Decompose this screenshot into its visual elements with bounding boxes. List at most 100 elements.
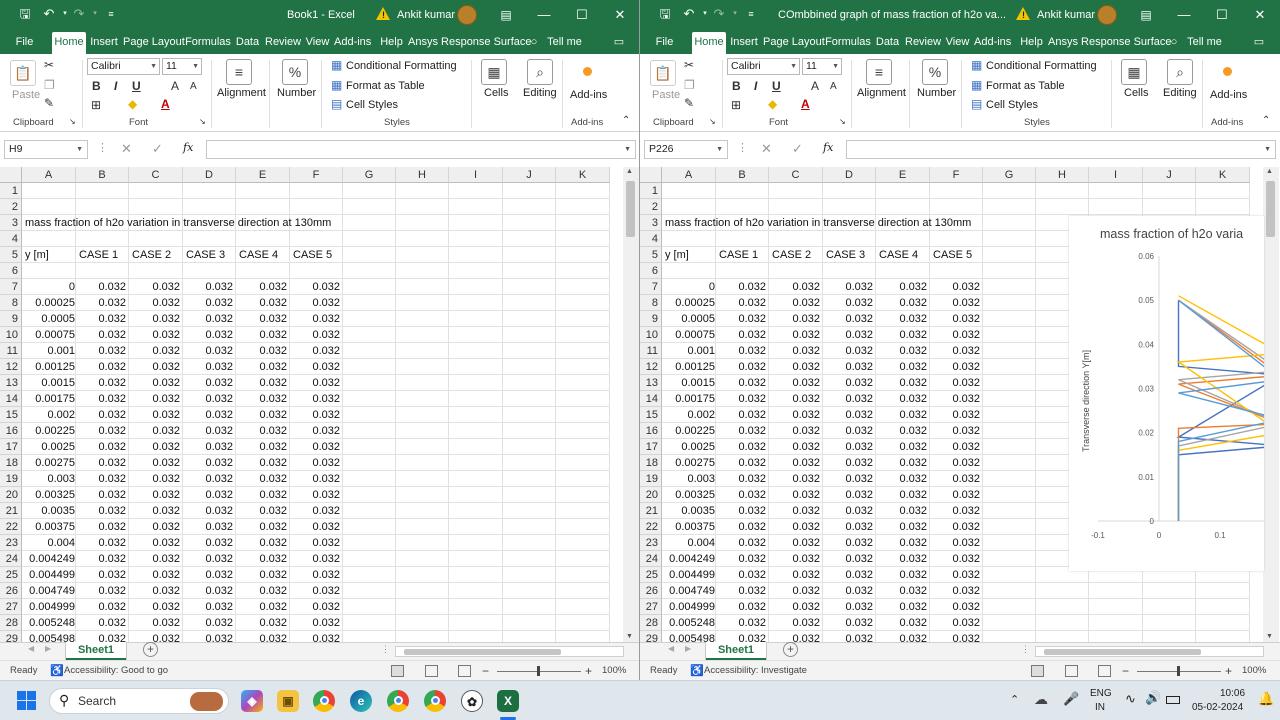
case-value-cell[interactable]: 0.032 [236, 423, 289, 439]
y-value-cell[interactable]: 0.004999 [662, 599, 715, 615]
name-box[interactable]: P226 ▼ [644, 140, 728, 159]
y-value-cell[interactable]: 0.0025 [22, 439, 75, 455]
case-value-cell[interactable]: 0.032 [183, 487, 235, 503]
tab-insert[interactable]: Insert [729, 30, 759, 54]
case-value-cell[interactable]: 0.032 [76, 391, 128, 407]
close-icon[interactable]: ✕ [1241, 0, 1279, 30]
case-value-cell[interactable]: 0.032 [930, 487, 982, 503]
case-value-cell[interactable]: 0.032 [823, 519, 875, 535]
case-value-cell[interactable]: 0.032 [236, 487, 289, 503]
case-value-cell[interactable]: 0.032 [716, 487, 768, 503]
row-header[interactable]: 18 [640, 455, 662, 471]
case-value-cell[interactable]: 0.032 [930, 519, 982, 535]
header-cell[interactable]: CASE 4 [879, 247, 918, 263]
case-value-cell[interactable]: 0.032 [290, 359, 342, 375]
sheet-tab[interactable]: Sheet1 [706, 642, 766, 660]
cells-label[interactable]: Cells [484, 87, 508, 99]
case-value-cell[interactable]: 0.032 [823, 471, 875, 487]
zoom-in-icon[interactable]: + [585, 661, 592, 680]
row-header[interactable]: 1 [0, 183, 22, 199]
case-value-cell[interactable]: 0.032 [769, 471, 822, 487]
case-value-cell[interactable]: 0.032 [769, 439, 822, 455]
column-header[interactable]: E [876, 167, 930, 183]
case-value-cell[interactable]: 0.032 [930, 455, 982, 471]
accessibility-status[interactable]: Accessibility: Good to go [64, 661, 168, 680]
lang-line2[interactable]: IN [1095, 702, 1105, 713]
tab-add-ins[interactable]: Add-ins [974, 30, 1011, 54]
add-sheet-icon[interactable]: + [143, 642, 158, 657]
redo-icon[interactable]: ↷ [72, 7, 86, 21]
collapse-ribbon-icon[interactable]: ⌃ [1262, 115, 1270, 126]
header-cell[interactable]: CASE 2 [772, 247, 811, 263]
alignment-label[interactable]: Alignment [217, 87, 266, 99]
row-header[interactable]: 15 [640, 407, 662, 423]
case-value-cell[interactable]: 0.032 [129, 535, 182, 551]
case-value-cell[interactable]: 0.032 [129, 599, 182, 615]
title-cell[interactable]: mass fraction of h2o variation in transv… [665, 215, 971, 231]
alignment-label[interactable]: Alignment [857, 87, 906, 99]
case-value-cell[interactable]: 0.032 [930, 599, 982, 615]
row-header[interactable]: 27 [0, 599, 22, 615]
case-value-cell[interactable]: 0.032 [876, 423, 929, 439]
case-value-cell[interactable]: 0.032 [76, 279, 128, 295]
case-value-cell[interactable]: 0.032 [236, 471, 289, 487]
y-value-cell[interactable]: 0.00225 [22, 423, 75, 439]
header-cell[interactable]: CASE 5 [293, 247, 332, 263]
maximize-icon[interactable]: ☐ [563, 0, 601, 30]
case-value-cell[interactable]: 0.032 [129, 311, 182, 327]
case-value-cell[interactable]: 0.032 [76, 343, 128, 359]
case-value-cell[interactable]: 0.032 [236, 519, 289, 535]
tab-view[interactable]: View [305, 30, 330, 54]
case-value-cell[interactable]: 0.032 [823, 439, 875, 455]
case-value-cell[interactable]: 0.032 [129, 327, 182, 343]
zoom-slider-thumb[interactable] [1177, 666, 1180, 676]
case-value-cell[interactable]: 0.032 [823, 311, 875, 327]
case-value-cell[interactable]: 0.032 [769, 311, 822, 327]
column-header[interactable]: B [716, 167, 769, 183]
cell-styles-button[interactable]: Cell Styles [346, 99, 398, 111]
column-header[interactable]: I [1089, 167, 1143, 183]
header-cell[interactable]: CASE 3 [826, 247, 865, 263]
case-value-cell[interactable]: 0.032 [876, 471, 929, 487]
case-value-cell[interactable]: 0.032 [129, 471, 182, 487]
y-value-cell[interactable]: 0.00075 [662, 327, 715, 343]
case-value-cell[interactable]: 0.032 [716, 343, 768, 359]
prev-sheet-icon[interactable]: ◀ [668, 644, 674, 653]
case-value-cell[interactable]: 0.032 [76, 295, 128, 311]
comments-icon[interactable]: ▭ [1249, 30, 1269, 54]
scroll-up-icon[interactable]: ▲ [1266, 168, 1273, 175]
minimize-icon[interactable]: — [525, 0, 563, 30]
y-value-cell[interactable]: 0.00025 [22, 295, 75, 311]
case-value-cell[interactable]: 0.032 [129, 391, 182, 407]
case-value-cell[interactable]: 0.032 [769, 455, 822, 471]
case-value-cell[interactable]: 0.032 [930, 343, 982, 359]
cell-styles-button[interactable]: Cell Styles [986, 99, 1038, 111]
user-name[interactable]: Ankit kumar [1037, 0, 1095, 30]
y-value-cell[interactable]: 0.0015 [22, 375, 75, 391]
zoom-out-icon[interactable]: − [1122, 661, 1129, 680]
case-value-cell[interactable]: 0.032 [129, 615, 182, 631]
scroll-down-icon[interactable]: ▼ [626, 633, 633, 640]
normal-view-icon[interactable] [391, 665, 404, 677]
column-header[interactable]: E [236, 167, 290, 183]
row-header[interactable]: 4 [0, 231, 22, 247]
avatar[interactable] [457, 5, 477, 25]
header-cell[interactable]: CASE 5 [933, 247, 972, 263]
case-value-cell[interactable]: 0.032 [76, 551, 128, 567]
formula-input[interactable]: ▼ [846, 140, 1276, 159]
editing-label[interactable]: Editing [1163, 87, 1197, 99]
case-value-cell[interactable]: 0.032 [290, 583, 342, 599]
y-value-cell[interactable]: 0.00175 [22, 391, 75, 407]
cells-label[interactable]: Cells [1124, 87, 1148, 99]
shrink-font-button[interactable]: A [830, 81, 837, 92]
case-value-cell[interactable]: 0.032 [716, 295, 768, 311]
case-value-cell[interactable]: 0.032 [129, 503, 182, 519]
italic-button[interactable]: I [754, 79, 757, 93]
case-value-cell[interactable]: 0.032 [290, 391, 342, 407]
paste-label[interactable]: Paste [652, 89, 680, 101]
paste-icon[interactable]: 📋 [10, 60, 36, 86]
row-header[interactable]: 16 [0, 423, 22, 439]
case-value-cell[interactable]: 0.032 [769, 391, 822, 407]
row-header[interactable]: 21 [640, 503, 662, 519]
case-value-cell[interactable]: 0.032 [716, 391, 768, 407]
